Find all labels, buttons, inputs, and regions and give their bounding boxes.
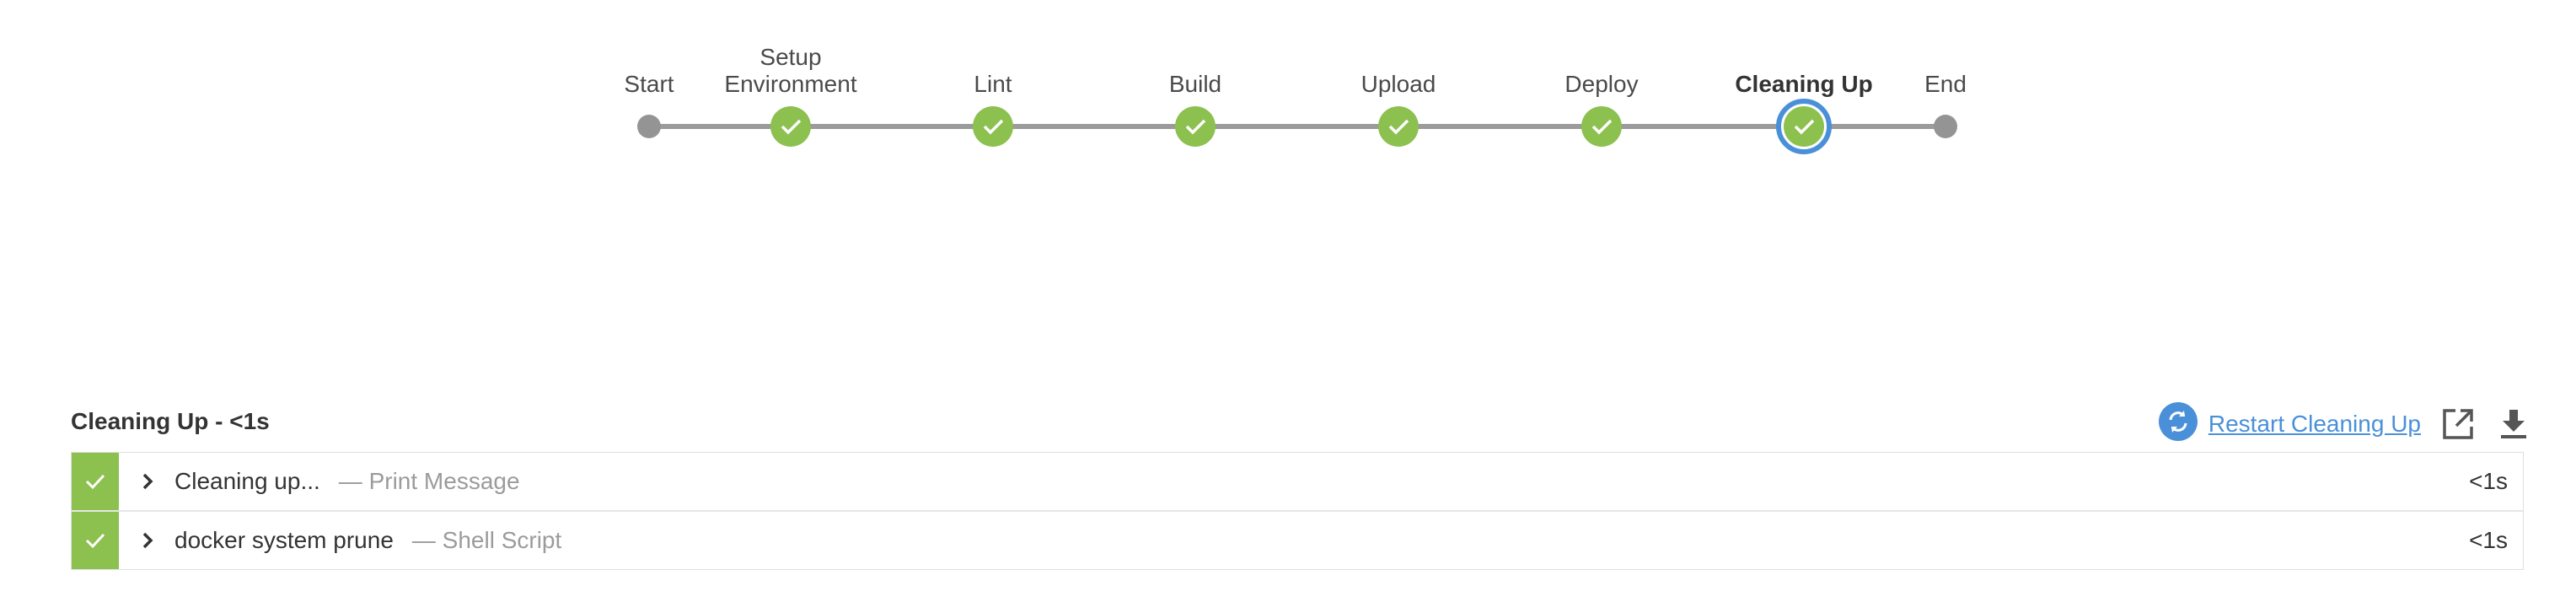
stage-node-build[interactable] (1175, 106, 1216, 147)
stage-node-deploy[interactable] (1581, 106, 1622, 147)
pipeline-svg (637, 99, 1957, 154)
restart-icon[interactable] (2158, 401, 2198, 446)
stage-actions: Restart Cleaning Up (2158, 401, 2532, 446)
stage-node-start (637, 115, 661, 138)
stage-detail-title: Cleaning Up - <1s (71, 408, 270, 434)
check-icon (85, 533, 105, 549)
chevron-right-icon[interactable] (131, 472, 164, 491)
stage-label: Setup Environment (724, 44, 857, 97)
stage-node-setup-environment[interactable] (770, 106, 811, 147)
restart-stage-button[interactable]: Restart Cleaning Up (2158, 401, 2421, 446)
stage-label: Deploy (1564, 71, 1639, 97)
step-row[interactable]: Cleaning up... — Print Message <1s (72, 453, 2523, 512)
step-type: — Print Message (338, 468, 520, 494)
stage-label: End (1924, 71, 1967, 97)
pipeline-graph: Start Setup Environment Lint Build Upload Dep… (0, 0, 2576, 185)
chevron-right-icon[interactable] (131, 531, 164, 550)
step-status-success (72, 453, 119, 510)
steps-list: Cleaning up... — Print Message <1s docke… (71, 452, 2524, 570)
stage-success-circle (770, 106, 811, 147)
step-name: docker system prune (174, 527, 394, 553)
stage-node-cleaning-up[interactable] (1776, 99, 1832, 154)
start-node-dot (637, 115, 661, 138)
end-node-dot (1934, 115, 1957, 138)
stage-label: Cleaning Up (1735, 71, 1873, 97)
stage-label: Upload (1360, 71, 1436, 97)
stage-label: Lint (974, 71, 1012, 97)
step-duration: <1s (2469, 468, 2508, 494)
stage-success-circle (1784, 106, 1824, 147)
stage-success-circle (1175, 106, 1216, 147)
check-icon (85, 474, 105, 490)
stage-success-circle (1581, 106, 1622, 147)
stage-label: Start (624, 71, 674, 97)
step-name: Cleaning up... (174, 468, 320, 494)
step-type: — Shell Script (411, 527, 562, 553)
stage-node-end (1934, 115, 1957, 138)
step-row[interactable]: docker system prune — Shell Script <1s (72, 512, 2523, 569)
step-status-success (72, 512, 119, 569)
open-external-icon[interactable] (2439, 406, 2477, 443)
stage-node-upload[interactable] (1378, 106, 1419, 147)
download-icon[interactable] (2495, 406, 2532, 443)
step-duration: <1s (2469, 527, 2508, 553)
stage-node-lint[interactable] (973, 106, 1013, 147)
stage-success-circle (973, 106, 1013, 147)
restart-stage-link[interactable]: Restart Cleaning Up (2208, 411, 2421, 438)
stage-label: Build (1168, 71, 1222, 97)
stage-success-circle (1378, 106, 1419, 147)
